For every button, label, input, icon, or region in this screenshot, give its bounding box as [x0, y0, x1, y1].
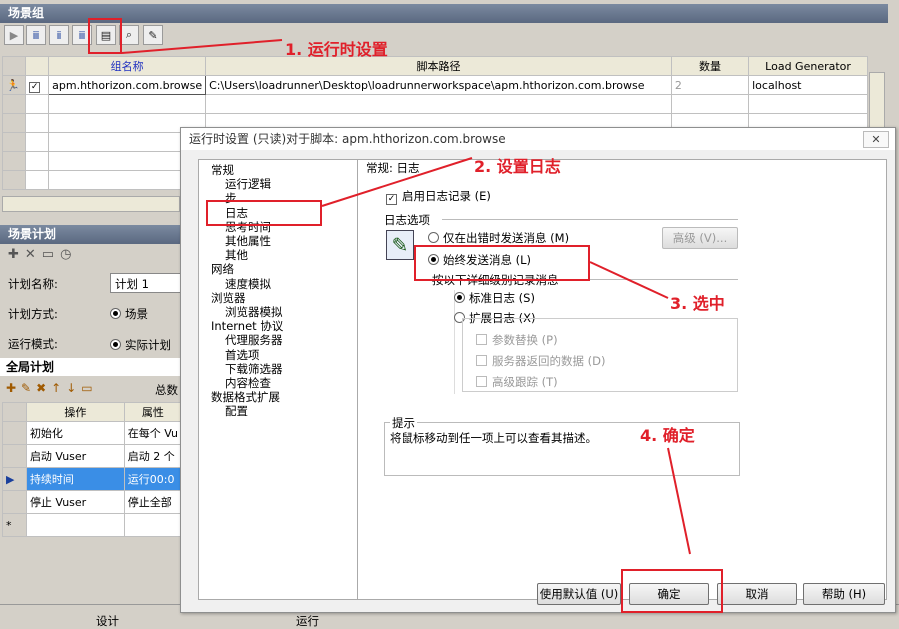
annotation-step3: 3. 选中	[670, 294, 725, 313]
arrow-step4	[667, 447, 691, 555]
annotation-arrows	[121, 39, 691, 555]
highlight-always-send	[414, 245, 590, 281]
highlight-log-node	[206, 200, 322, 226]
arrow-step2	[321, 157, 473, 207]
highlight-runtime-icon	[88, 18, 122, 54]
highlight-ok-button	[621, 569, 723, 613]
annotation-step1: 1. 运行时设置	[285, 40, 388, 59]
annotation-step2: 2. 设置日志	[474, 157, 561, 176]
arrow-step3	[589, 261, 669, 299]
arrow-step1	[121, 39, 283, 54]
annotation-step4: 4. 确定	[640, 426, 695, 445]
